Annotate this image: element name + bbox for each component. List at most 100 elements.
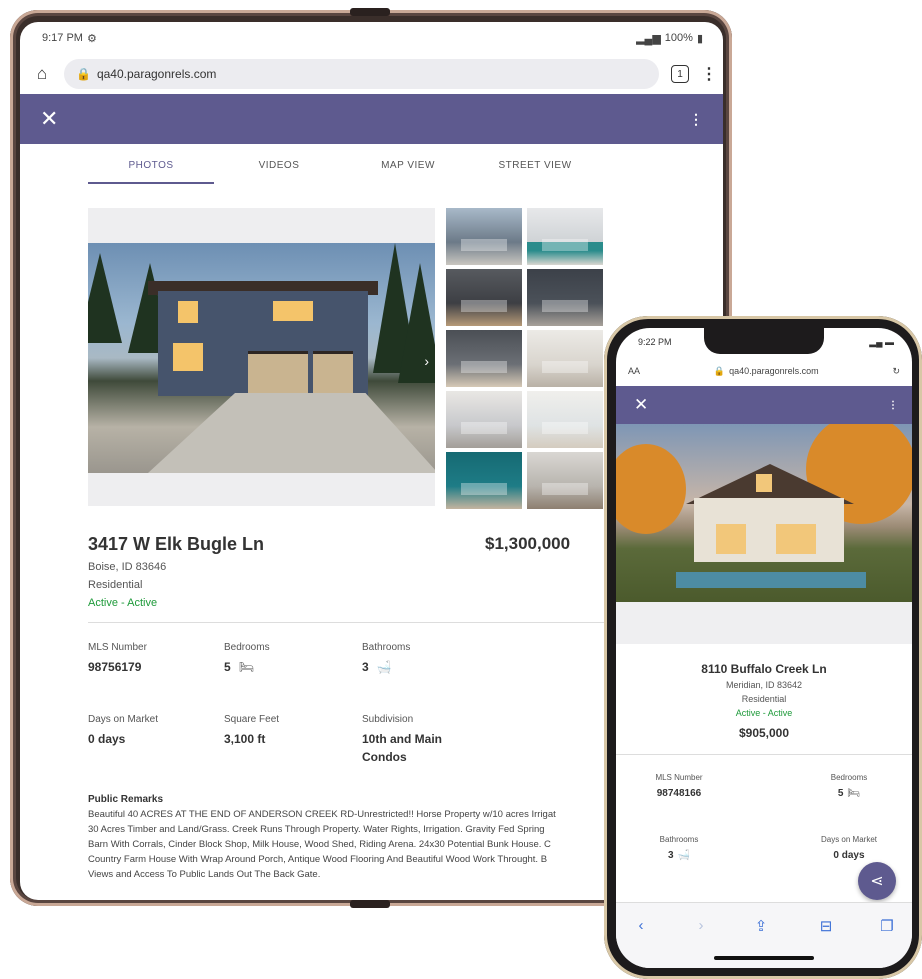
safari-toolbar: ‹ › ⇪ ⊟ ❐ [616, 902, 912, 968]
signal-icon: ▂▄▆ [636, 32, 661, 45]
url-text: qa40.paragonrels.com [96, 67, 217, 81]
fact-label: Subdivision [362, 714, 414, 725]
fact-label: Bedrooms [830, 773, 868, 782]
fact-value: 0 days [833, 850, 865, 861]
main-house-photo[interactable]: › [88, 243, 435, 473]
address-bar[interactable]: 🔒 qa40.paragonrels.com [714, 366, 819, 377]
fact-bathrooms: Bathrooms 3 🛁 [624, 835, 734, 861]
listing-app-bar: ✕ ⋮ [616, 386, 912, 424]
listing-summary: 8110 Buffalo Creek Ln Meridian, ID 83642… [616, 662, 912, 740]
lock-icon: 🔒 [713, 365, 726, 376]
home-icon[interactable]: ⌂ [32, 64, 52, 84]
home-indicator [714, 956, 814, 960]
battery-icon: ▮ [696, 32, 703, 45]
battery-percent: 100% [664, 32, 693, 44]
bed-icon: 🛏 [238, 660, 254, 674]
phone-notch [704, 328, 824, 354]
tab-photos[interactable]: PHOTOS [88, 152, 214, 184]
tab-videos[interactable]: VIDEOS [214, 152, 344, 184]
more-menu-icon[interactable]: ⋮ [689, 111, 703, 128]
phone-screen: 9:22 PM ▂▄ ▬ AA 🔒 qa40.paragonrels.com ↻… [616, 328, 912, 968]
fact-square-feet: Square Feet 3,100 ft [224, 714, 354, 748]
status-time: 9:22 PM [638, 337, 672, 347]
thumbnail[interactable] [446, 391, 522, 448]
fact-mls: MLS Number 98748166 [624, 773, 734, 799]
fact-bedrooms: Bedrooms 5 🛏 [224, 642, 354, 676]
thumbnail[interactable] [527, 330, 603, 387]
thumbnail[interactable] [527, 208, 603, 265]
bed-icon: 🛏 [847, 788, 861, 799]
address-bar[interactable]: 🔒 qa40.paragonrels.com [64, 59, 659, 89]
fact-label: Bedrooms [224, 642, 270, 653]
fact-value: 0 days [88, 732, 126, 746]
url-text: qa40.paragonrels.com [729, 366, 819, 376]
fact-mls: MLS Number 98756179 [88, 642, 218, 676]
fact-value: 10th and Main [362, 732, 443, 746]
main-house-photo[interactable] [616, 424, 912, 602]
listing-price: $905,000 [738, 726, 790, 740]
fact-days-on-market: Days on Market 0 days [794, 835, 904, 861]
tab-switcher-button[interactable]: 1 [671, 65, 689, 83]
thumbnail[interactable] [446, 208, 522, 265]
share-icon: ⋖ [870, 873, 884, 890]
lock-icon: 🔒 [76, 67, 91, 81]
share-icon[interactable]: ⇪ [746, 917, 776, 935]
fact-value: 3,100 ft [224, 732, 266, 746]
tab-street-view[interactable]: STREET VIEW [472, 152, 598, 184]
main-photo-frame[interactable]: › [88, 208, 435, 506]
listing-type: Residential [741, 694, 787, 704]
photo-footer [616, 602, 912, 644]
fact-subdivision: Subdivision 10th and Main Condos [362, 714, 492, 766]
fact-value: Condos [362, 750, 407, 764]
share-fab[interactable]: ⋖ [858, 862, 896, 900]
tablet-status-bar: 9:17 PM ⚙ ▂▄▆ 100% ▮ [20, 22, 723, 54]
forward-icon[interactable]: › [686, 917, 716, 934]
fact-label: Days on Market [820, 835, 878, 844]
listing-price: $1,300,000 [485, 534, 571, 553]
reader-mode-button[interactable]: AA [628, 366, 640, 376]
status-time: 9:17 PM [42, 32, 83, 44]
fact-value: 98748166 [656, 788, 702, 799]
fact-value: 98756179 [88, 660, 142, 674]
listing-status: Active - Active [735, 708, 793, 718]
close-icon[interactable]: ✕ [634, 395, 648, 415]
fact-label: Days on Market [88, 714, 159, 725]
fact-bedrooms: Bedrooms 5 🛏 [794, 773, 904, 799]
listing-app-bar: ✕ ⋮ [20, 94, 723, 144]
settings-icon: ⚙ [86, 32, 97, 45]
fact-label: Bathrooms [362, 642, 411, 653]
close-icon[interactable]: ✕ [40, 108, 58, 130]
next-photo-icon[interactable]: › [424, 353, 429, 369]
fact-label: Square Feet [224, 714, 280, 725]
listing-city: Meridian, ID 83642 [725, 680, 803, 690]
battery-icon: ▂▄ ▬ [869, 336, 894, 347]
thumbnail[interactable] [446, 452, 522, 509]
thumbnail[interactable] [446, 269, 522, 326]
tabs-icon[interactable]: ❐ [872, 917, 902, 935]
fact-value: 3 [667, 850, 674, 861]
thumbnail[interactable] [446, 330, 522, 387]
back-icon[interactable]: ‹ [626, 917, 656, 934]
fact-value: 3 [362, 660, 369, 674]
thumbnail[interactable] [527, 452, 603, 509]
thumbnail[interactable] [527, 391, 603, 448]
tab-map-view[interactable]: MAP VIEW [344, 152, 472, 184]
fact-value: 5 [224, 660, 231, 674]
reload-icon[interactable]: ↻ [892, 366, 900, 377]
media-tabs: PHOTOS VIDEOS MAP VIEW STREET VIEW [88, 152, 723, 184]
more-menu-icon[interactable]: ⋮ [888, 400, 898, 411]
fact-label: Bathrooms [659, 835, 699, 844]
thumbnail-grid [446, 208, 603, 509]
bookmarks-icon[interactable]: ⊟ [811, 917, 841, 935]
fact-bathrooms: Bathrooms 3 🛁 [362, 642, 492, 676]
phone-device: 9:22 PM ▂▄ ▬ AA 🔒 qa40.paragonrels.com ↻… [604, 316, 922, 979]
browser-menu-icon[interactable]: ⋮ [701, 64, 717, 84]
tablet-hinge-bottom [350, 900, 390, 908]
phone-browser-bar: AA 🔒 qa40.paragonrels.com ↻ [616, 356, 912, 386]
photo-gallery: › [88, 208, 603, 509]
thumbnail[interactable] [527, 269, 603, 326]
listing-address: 8110 Buffalo Creek Ln [701, 662, 827, 676]
fact-label: MLS Number [88, 642, 147, 653]
bathtub-icon: 🛁 [376, 660, 392, 674]
fact-value: 5 [837, 788, 844, 799]
